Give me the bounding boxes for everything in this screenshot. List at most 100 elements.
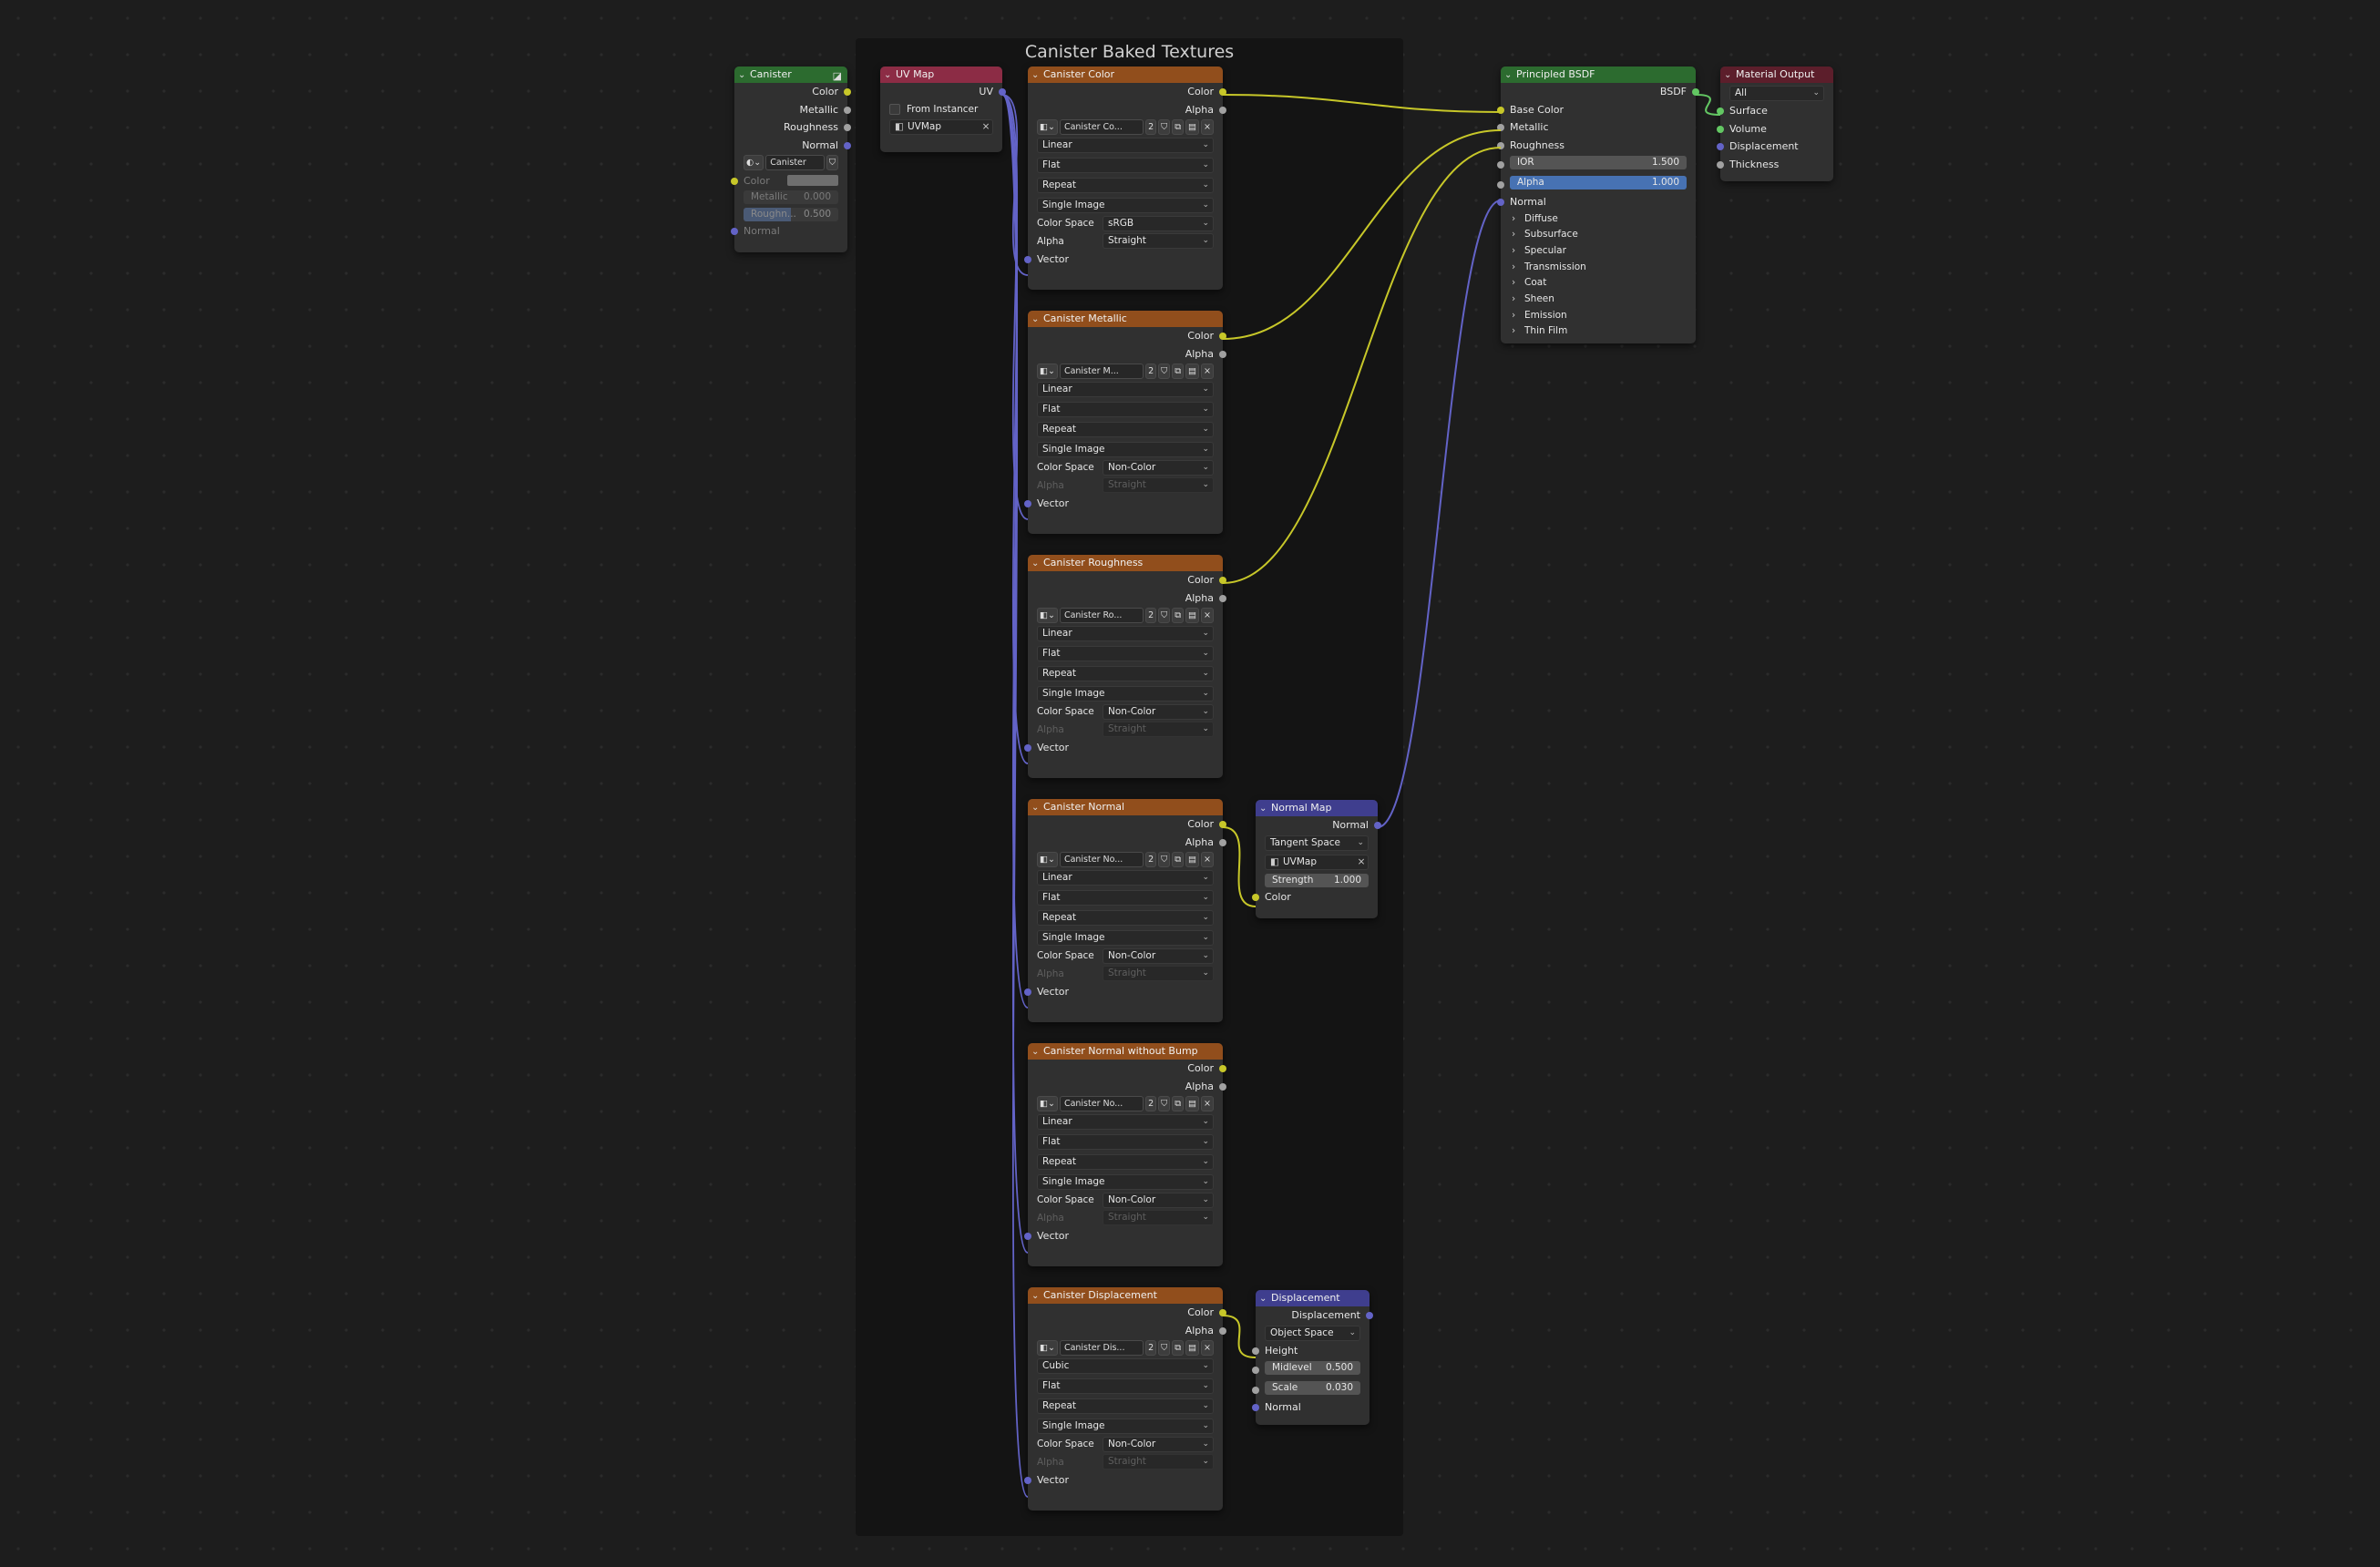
panel-transmission[interactable]: › Transmission bbox=[1501, 260, 1696, 276]
socket-dot[interactable] bbox=[1717, 125, 1724, 133]
color-space-row[interactable]: Color Space Non-Color ⌄ bbox=[1028, 947, 1223, 966]
alpha-dropdown[interactable]: Straight ⌄ bbox=[1103, 1454, 1214, 1470]
color-swatch[interactable] bbox=[787, 175, 838, 187]
image-icon[interactable]: ◧⌄ bbox=[1037, 364, 1058, 380]
image-name[interactable]: Canister M... bbox=[1059, 364, 1144, 380]
chevron-down-icon[interactable]: ⌄ bbox=[1259, 801, 1271, 816]
panel-sheen[interactable]: › Sheen bbox=[1501, 292, 1696, 308]
panel-emission[interactable]: › Emission bbox=[1501, 308, 1696, 324]
user-count[interactable]: 2 bbox=[1145, 1096, 1157, 1112]
close-icon[interactable]: × bbox=[1201, 119, 1214, 136]
input-vector[interactable]: Vector bbox=[1024, 1471, 1223, 1490]
input-surface[interactable]: Surface bbox=[1717, 102, 1833, 120]
image-selector[interactable]: ◧⌄ Canister No... 2 ⛉ ⧉ ▤ × bbox=[1028, 1095, 1223, 1113]
image-selector[interactable]: ◧⌄ Canister Co... 2 ⛉ ⧉ ▤ × bbox=[1028, 118, 1223, 137]
user-count[interactable]: 2 bbox=[1145, 1340, 1157, 1357]
socket-dot[interactable] bbox=[1024, 1232, 1031, 1240]
input-metallic[interactable]: Metallic bbox=[1497, 118, 1696, 137]
duplicate-icon[interactable]: ⧉ bbox=[1172, 1340, 1185, 1357]
socket-dot[interactable] bbox=[1219, 594, 1226, 602]
socket-alpha[interactable]: Alpha bbox=[1028, 1322, 1226, 1340]
shield-icon[interactable]: ⛉ bbox=[1158, 364, 1171, 380]
socket-alpha[interactable]: Alpha bbox=[1028, 834, 1226, 852]
image-selector[interactable]: ◧⌄ Canister M... 2 ⛉ ⧉ ▤ × bbox=[1028, 363, 1223, 381]
projection-dropdown[interactable]: Flat ⌄ bbox=[1037, 889, 1214, 906]
alpha-row[interactable]: Alpha Straight ⌄ bbox=[1028, 1209, 1223, 1227]
socket-dot[interactable] bbox=[844, 141, 851, 149]
socket-dot[interactable] bbox=[1252, 1367, 1259, 1374]
input-displacement[interactable]: Displacement bbox=[1717, 138, 1833, 156]
image-icon[interactable]: ◧⌄ bbox=[1037, 119, 1058, 136]
image-texture-node[interactable]: ⌄ Canister Metallic Color Alpha ◧⌄ Canister M… bbox=[1024, 311, 1226, 534]
color-space-row[interactable]: Color Space Non-Color ⌄ bbox=[1028, 703, 1223, 722]
source-dropdown[interactable]: Single Image ⌄ bbox=[1037, 1418, 1214, 1434]
interpolation-dropdown[interactable]: Linear ⌄ bbox=[1037, 625, 1214, 641]
input-thickness[interactable]: Thickness bbox=[1717, 156, 1833, 174]
chevron-down-icon[interactable]: ⌄ bbox=[1031, 1288, 1043, 1304]
source-dropdown[interactable]: Single Image ⌄ bbox=[1037, 685, 1214, 702]
socket-normal[interactable]: Normal bbox=[1256, 816, 1381, 835]
extension-dropdown[interactable]: Repeat ⌄ bbox=[1037, 665, 1214, 681]
panel-specular[interactable]: › Specular bbox=[1501, 243, 1696, 260]
shield-icon[interactable]: ⛉ bbox=[1158, 1096, 1171, 1112]
input-color[interactable]: Color bbox=[1252, 888, 1378, 906]
socket-dot[interactable] bbox=[1219, 350, 1226, 358]
socket-dot[interactable] bbox=[1219, 106, 1226, 114]
color-space-dropdown[interactable]: sRGB ⌄ bbox=[1103, 215, 1214, 231]
socket-dot[interactable] bbox=[1219, 821, 1226, 828]
input-vector[interactable]: Vector bbox=[1024, 739, 1223, 757]
image-icon[interactable]: ◧⌄ bbox=[1037, 608, 1058, 624]
interpolation-dropdown[interactable]: Linear ⌄ bbox=[1037, 381, 1214, 397]
alpha-row[interactable]: Alpha Straight ⌄ bbox=[1028, 721, 1223, 739]
color-space-dropdown[interactable]: Non-Color ⌄ bbox=[1103, 1436, 1214, 1452]
socket-dot[interactable] bbox=[1366, 1312, 1373, 1319]
socket-dot[interactable] bbox=[1252, 1386, 1259, 1394]
panel-subsurface[interactable]: › Subsurface bbox=[1501, 227, 1696, 243]
user-count[interactable]: 2 bbox=[1145, 852, 1157, 868]
socket-dot[interactable] bbox=[1024, 255, 1031, 263]
image-name[interactable]: Canister Co... bbox=[1059, 119, 1144, 136]
socket-dot[interactable] bbox=[1497, 124, 1504, 131]
socket-color[interactable]: Color bbox=[1028, 571, 1226, 589]
color-space-dropdown[interactable]: Non-Color ⌄ bbox=[1103, 947, 1214, 964]
input-volume[interactable]: Volume bbox=[1717, 120, 1833, 138]
image-name[interactable]: Canister No... bbox=[1059, 852, 1144, 868]
close-icon[interactable]: × bbox=[1355, 855, 1368, 869]
node-header[interactable]: ⌄ Displacement bbox=[1256, 1290, 1370, 1306]
socket-dot[interactable] bbox=[1497, 106, 1504, 114]
socket-dot[interactable] bbox=[1024, 988, 1031, 996]
alpha-dropdown[interactable]: Straight ⌄ bbox=[1103, 722, 1214, 738]
image-icon[interactable]: ◧⌄ bbox=[1037, 852, 1058, 868]
chevron-down-icon[interactable]: ⌄ bbox=[1031, 67, 1043, 83]
socket-color[interactable]: Color bbox=[1028, 1304, 1226, 1322]
user-count[interactable]: 2 bbox=[1145, 119, 1157, 136]
material-selector[interactable]: ◐⌄ Canister ⛉ bbox=[734, 154, 847, 172]
uvmap-field[interactable]: ◧ UVMap × bbox=[1265, 854, 1369, 870]
node-header[interactable]: ⌄ Principled BSDF bbox=[1501, 67, 1696, 83]
node-header[interactable]: ⌄ Canister ◪ bbox=[734, 67, 847, 83]
socket-dot[interactable] bbox=[1024, 1476, 1031, 1484]
input-ior[interactable]: IOR 1.500 bbox=[1497, 156, 1696, 174]
chevron-down-icon[interactable]: ⌄ bbox=[738, 67, 750, 83]
socket-dot[interactable] bbox=[1219, 333, 1226, 340]
close-icon[interactable]: × bbox=[1201, 364, 1214, 380]
chevron-down-icon[interactable]: ⌄ bbox=[1031, 800, 1043, 815]
panel-thin-film[interactable]: › Thin Film bbox=[1501, 323, 1696, 340]
socket-color[interactable]: Color bbox=[1028, 1060, 1226, 1078]
socket-uv[interactable]: UV bbox=[880, 83, 1006, 101]
alpha-row[interactable]: Alpha Straight ⌄ bbox=[1028, 1453, 1223, 1471]
displacement-node[interactable]: ⌄ Displacement Displacement Object Space ⌄… bbox=[1252, 1290, 1373, 1425]
socket-dot[interactable] bbox=[1252, 893, 1259, 901]
image-texture-node[interactable]: ⌄ Canister Color Color Alpha ◧⌄ Canister Co..… bbox=[1024, 67, 1226, 290]
image-texture-node[interactable]: ⌄ Canister Normal without Bump Color Alpha ◧… bbox=[1024, 1043, 1226, 1266]
socket-dot[interactable] bbox=[1252, 1404, 1259, 1411]
normal-map-node[interactable]: ⌄ Normal Map Normal Tangent Space ⌄ ◧ UVMap… bbox=[1252, 800, 1381, 918]
alpha-dropdown[interactable]: Straight ⌄ bbox=[1103, 477, 1214, 494]
socket-dot[interactable] bbox=[1219, 838, 1226, 846]
socket-dot[interactable] bbox=[844, 106, 851, 114]
folder-icon[interactable]: ▤ bbox=[1185, 119, 1200, 136]
socket-dot[interactable] bbox=[1024, 499, 1031, 507]
folder-icon[interactable]: ▤ bbox=[1185, 364, 1200, 380]
socket-alpha[interactable]: Alpha bbox=[1028, 345, 1226, 364]
projection-dropdown[interactable]: Flat ⌄ bbox=[1037, 645, 1214, 661]
